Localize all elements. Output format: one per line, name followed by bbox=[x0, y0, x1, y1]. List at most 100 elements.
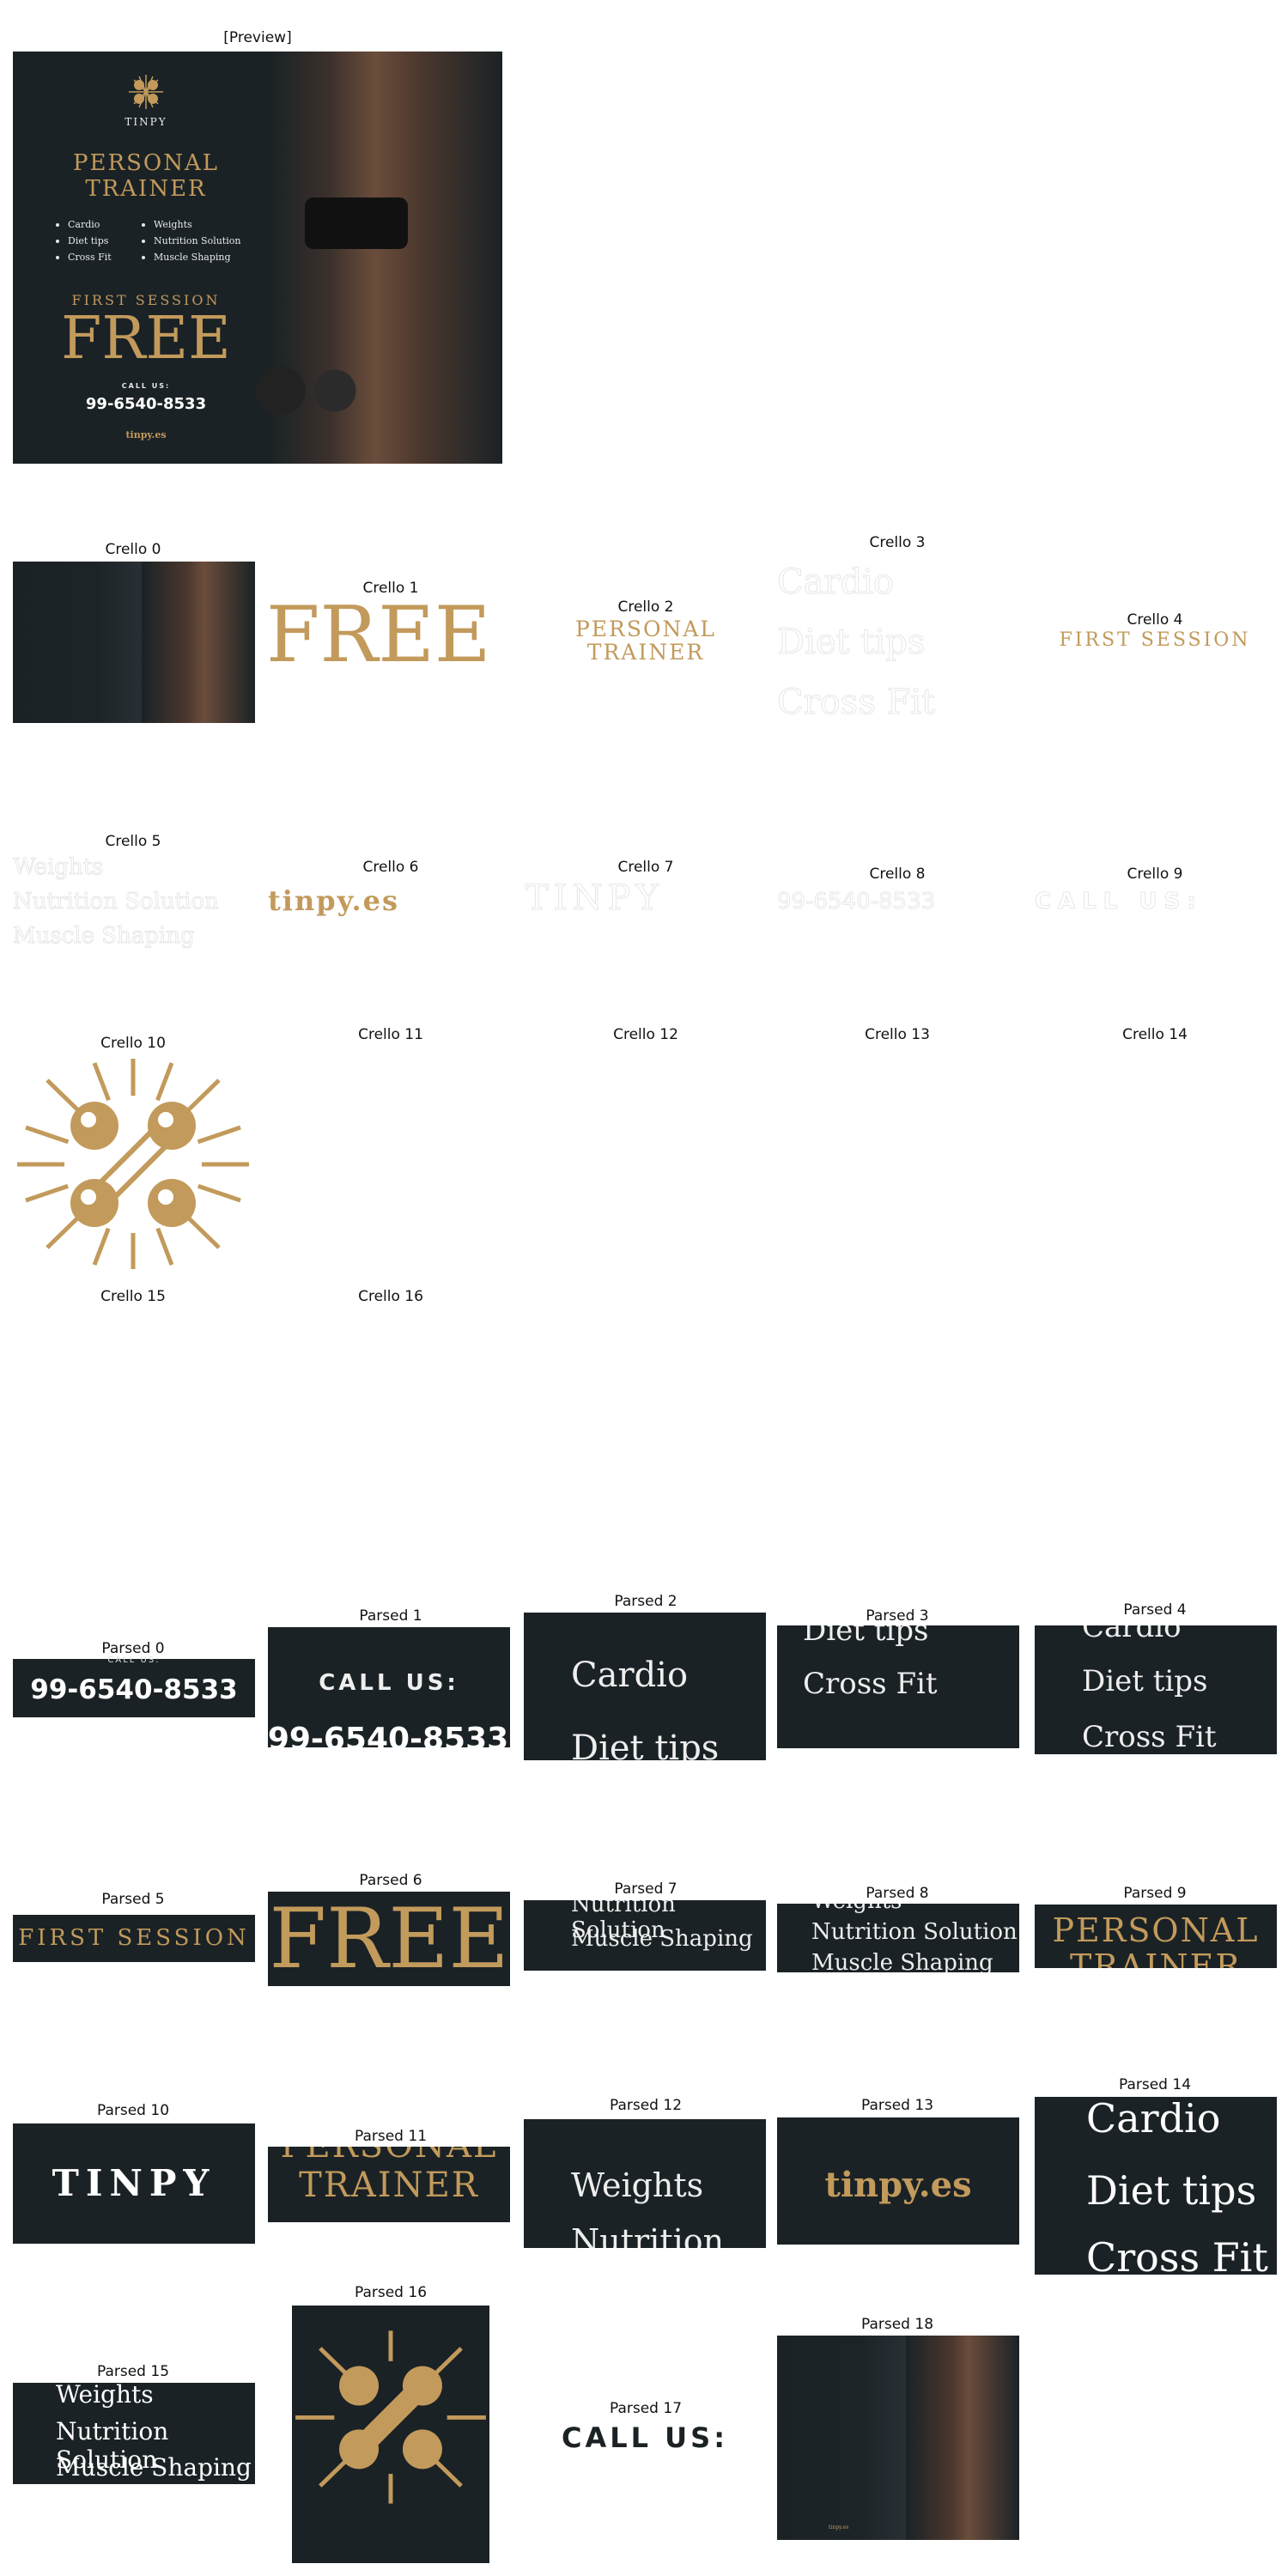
parsed-label: Parsed 8 bbox=[866, 1885, 929, 1902]
parsed-18-image: tinpy.es bbox=[777, 2336, 1019, 2540]
brand-name: TINPY bbox=[52, 2162, 216, 2204]
list-item: Nutrition Solution bbox=[811, 1919, 1018, 1945]
list-item: Muscle Shaping bbox=[811, 1950, 993, 1972]
list-item: Diet tips bbox=[803, 1625, 929, 1648]
parsed-label: Parsed 10 bbox=[96, 2102, 170, 2119]
call-us: CALL US: bbox=[562, 2421, 728, 2454]
parsed-label: Parsed 15 bbox=[96, 2363, 170, 2380]
parsed-label: Parsed 11 bbox=[354, 2128, 428, 2145]
parsed-5: FIRST SESSION bbox=[13, 1915, 255, 1962]
list-item: Weights bbox=[142, 216, 240, 233]
parsed-label: Parsed 1 bbox=[359, 1607, 422, 1625]
crello-label: Crello 16 bbox=[358, 1288, 423, 1305]
list-item: Weights bbox=[811, 1904, 902, 1914]
list-right: Weights Nutrition Solution Muscle Shapin… bbox=[142, 216, 240, 265]
title-line2: TRAINER bbox=[299, 2166, 479, 2205]
list-item: Cardio bbox=[776, 562, 895, 603]
preview-label: [Preview] bbox=[223, 29, 292, 46]
call-us: CALL US: bbox=[107, 1656, 161, 1665]
list-item: Cross Fit bbox=[1082, 1720, 1217, 1754]
list-item: Diet tips bbox=[571, 1728, 720, 1760]
list-item: Cross Fit bbox=[803, 1667, 938, 1701]
parsed-label: Parsed 2 bbox=[614, 1593, 677, 1610]
parsed-label: Parsed 6 bbox=[359, 1872, 422, 1889]
parsed-0: CALL US: 99-6540-8533 bbox=[13, 1656, 255, 1717]
first-session: FIRST SESSION bbox=[18, 1925, 250, 1951]
list-item: Cross Fit bbox=[1086, 2234, 1268, 2275]
parsed-16 bbox=[292, 2306, 489, 2563]
crello-3-list: Cardio Diet tips Cross Fit bbox=[776, 552, 936, 732]
list-item: Weights bbox=[13, 854, 104, 881]
parsed-4: Cardio Diet tips Cross Fit bbox=[1035, 1625, 1277, 1754]
website: tinpy.es bbox=[125, 429, 167, 440]
crello-label: Crello 12 bbox=[613, 1026, 678, 1043]
title-line2: TRAINER bbox=[1069, 1947, 1242, 1968]
logo-icon bbox=[127, 73, 165, 111]
phone: 99-6540-8533 bbox=[268, 1722, 509, 1747]
list-item: Weights bbox=[56, 2383, 154, 2409]
call-us: CALL US: bbox=[121, 382, 171, 390]
title-line2: TRAINER bbox=[85, 176, 207, 202]
list-item: Cardio bbox=[56, 216, 112, 233]
list-item: Cross Fit bbox=[56, 249, 112, 265]
list-item: Muscle Shaping bbox=[13, 923, 196, 950]
parsed-1: CALL US: 99-6540-8533 bbox=[268, 1627, 510, 1747]
parsed-label: Parsed 0 bbox=[101, 1640, 165, 1657]
parsed-label: Parsed 9 bbox=[1123, 1885, 1187, 1902]
crello-label: Crello 8 bbox=[869, 866, 926, 883]
list-item: Nutrition Solution bbox=[13, 889, 220, 915]
list-item: Muscle Shaping bbox=[142, 249, 240, 265]
title-line1: PERSONAL bbox=[268, 2147, 510, 2166]
crello-1-free: FREE bbox=[266, 590, 491, 680]
parsed-10: TINPY bbox=[13, 2123, 255, 2244]
crello-label: Crello 4 bbox=[1127, 611, 1183, 629]
crello-6-website: tinpy.es bbox=[268, 884, 400, 917]
website: tinpy.es bbox=[824, 2165, 972, 2205]
list-item: Cardio bbox=[571, 1656, 689, 1695]
crello-10-logo bbox=[13, 1054, 253, 1273]
crello-label: Crello 9 bbox=[1127, 866, 1183, 883]
phone: 99-6540-8533 bbox=[85, 395, 207, 413]
dumbbell-sunburst-icon bbox=[295, 2330, 486, 2504]
crello-7-brand: TINPY bbox=[526, 878, 664, 919]
parsed-14: Cardio Diet tips Cross Fit bbox=[1035, 2097, 1277, 2275]
parsed-label: Parsed 18 bbox=[860, 2316, 934, 2333]
crello-8-phone: 99-6540-8533 bbox=[776, 889, 936, 915]
crello-label: Crello 3 bbox=[869, 534, 926, 551]
athlete-photo bbox=[906, 2336, 1019, 2540]
crello-label: Crello 11 bbox=[358, 1026, 423, 1043]
phone: 99-6540-8533 bbox=[30, 1674, 238, 1705]
brand-name: TINPY bbox=[125, 116, 167, 128]
parsed-17: CALL US: bbox=[524, 2420, 766, 2456]
list-item: Diet tips bbox=[56, 233, 112, 249]
free-headline: FREE bbox=[61, 305, 231, 373]
list-left: Cardio Diet tips Cross Fit bbox=[56, 216, 112, 265]
parsed-label: Parsed 4 bbox=[1123, 1601, 1187, 1619]
list-item: Nutrition Solution bbox=[142, 233, 240, 249]
crello-5-list: Weights Nutrition Solution Muscle Shapin… bbox=[13, 850, 220, 953]
parsed-2: Cardio Diet tips bbox=[524, 1613, 766, 1760]
parsed-label: Parsed 3 bbox=[866, 1607, 929, 1625]
title-line1: PERSONAL bbox=[73, 150, 219, 176]
sports-bra bbox=[305, 197, 408, 249]
list-item: Cardio bbox=[1086, 2097, 1221, 2142]
crello-label: Crello 6 bbox=[362, 859, 419, 876]
parsed-label: Parsed 12 bbox=[609, 2097, 683, 2114]
parsed-label: Parsed 7 bbox=[614, 1880, 677, 1898]
list-item: Muscle Shaping bbox=[56, 2453, 252, 2482]
list-item: Weights bbox=[571, 2166, 704, 2204]
crello-4-first-session: FIRST SESSION bbox=[1059, 629, 1251, 651]
parsed-12: Weights Nutrition Solution bbox=[524, 2119, 766, 2248]
parsed-label: Parsed 13 bbox=[860, 2097, 934, 2114]
crello-label: Crello 13 bbox=[865, 1026, 930, 1043]
parsed-3: Diet tips Cross Fit bbox=[777, 1625, 1019, 1748]
parsed-8: Weights Nutrition Solution Muscle Shapin… bbox=[777, 1904, 1019, 1972]
athlete-photo bbox=[142, 562, 255, 723]
list-item: Cross Fit bbox=[776, 683, 936, 723]
crello-label: Crello 5 bbox=[105, 833, 161, 850]
parsed-9: PERSONAL TRAINER bbox=[1035, 1905, 1277, 1968]
dumbbell-sunburst-icon bbox=[17, 1059, 249, 1269]
crello-2-line1: PERSONAL bbox=[574, 617, 717, 641]
list-item: Diet tips bbox=[1082, 1664, 1208, 1698]
free-headline: FREE bbox=[269, 1891, 509, 1987]
